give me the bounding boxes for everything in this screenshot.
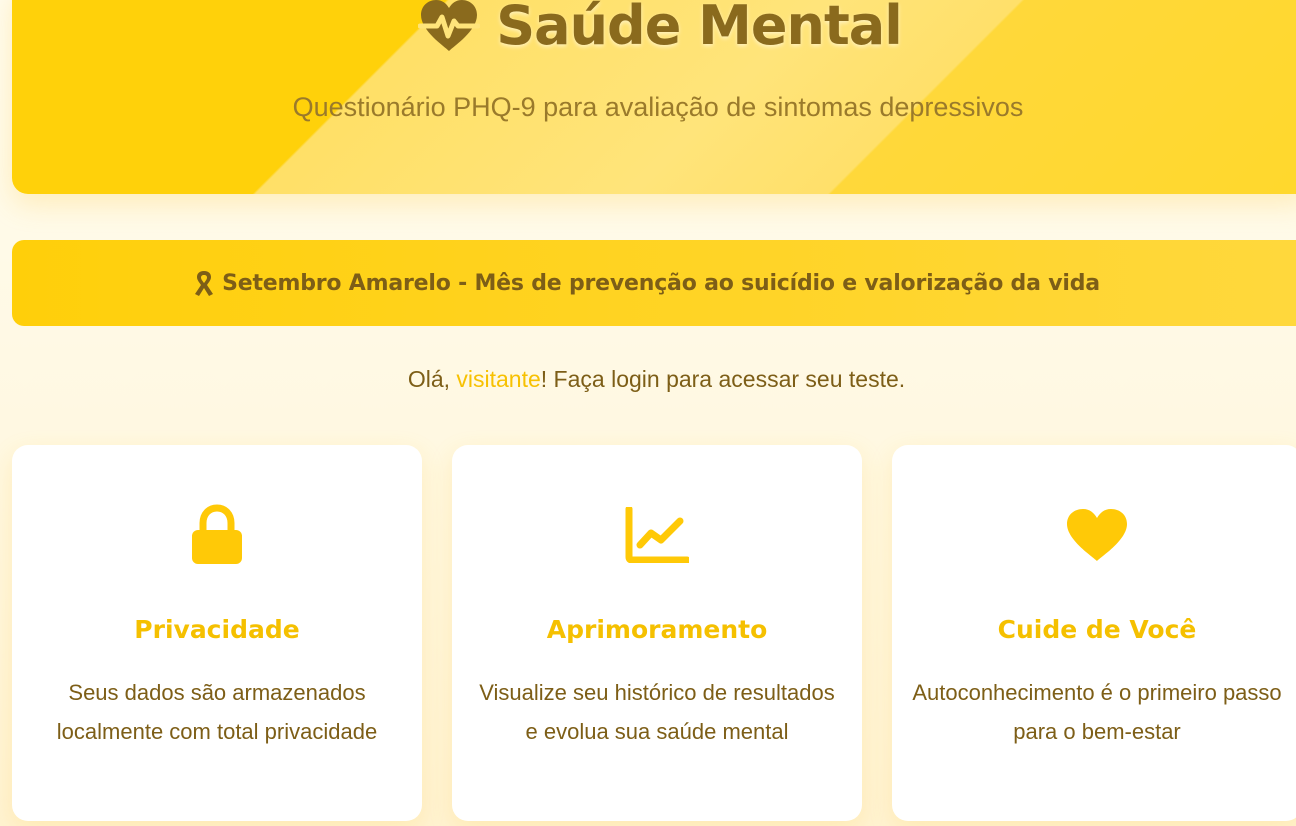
feature-title: Cuide de Você [997,615,1197,644]
page-subtitle: Questionário PHQ-9 para avaliação de sin… [292,92,1024,122]
greeting-prefix: Olá, [407,366,457,392]
awareness-banner-text: Setembro Amarelo - Mês de prevenção ao s… [222,270,1100,296]
feature-card-self-care: Cuide de Você Autoconhecimento é o prime… [892,445,1296,821]
chart-line-icon [625,503,689,567]
heart-icon [1065,503,1129,567]
page-title-text: Saúde Mental [496,0,902,57]
feature-card-privacy: Privacidade Seus dados são armazenados l… [12,445,422,821]
lock-icon [185,503,249,567]
feature-title: Aprimoramento [546,615,768,644]
feature-card-improvement: Aprimoramento Visualize seu histórico de… [452,445,862,821]
page-header: Saúde Mental Questionário PHQ-9 para ava… [12,0,1296,194]
feature-description: Autoconhecimento é o primeiro passo para… [912,680,1282,744]
feature-description: Seus dados são armazenados localmente co… [56,680,378,744]
feature-description: Visualize seu histórico de resultados e … [479,680,835,744]
greeting-message: Olá, visitante! Faça login para acessar … [0,366,1296,393]
greeting-suffix: ! Faça login para acessar seu teste. [540,366,906,392]
feature-title: Privacidade [134,615,300,644]
heart-pulse-icon [418,0,481,53]
page-title: Saúde Mental [12,0,1296,57]
ribbon-icon [192,269,216,297]
awareness-banner: Setembro Amarelo - Mês de prevenção ao s… [12,240,1296,326]
user-login-link[interactable]: visitante [456,366,540,392]
